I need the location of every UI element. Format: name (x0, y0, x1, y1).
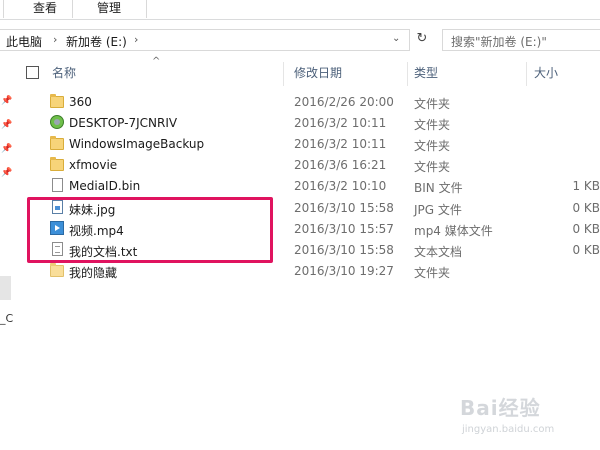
file-date: 2016/3/2 10:11 (294, 137, 387, 151)
file-name: MediaID.bin (69, 179, 141, 193)
select-all-checkbox[interactable] (26, 66, 39, 79)
column-divider[interactable] (407, 62, 408, 86)
nav-item-label[interactable]: _C (0, 312, 13, 325)
watermark-logo: Bai经验 (460, 396, 541, 420)
file-row[interactable]: 我的隐藏 2016/3/10 19:27 文件夹 (0, 261, 600, 282)
file-date: 2016/3/10 15:58 (294, 243, 394, 257)
breadcrumb-this-pc[interactable]: 此电脑 (6, 33, 42, 50)
file-type: 文件夹 (414, 266, 451, 280)
chevron-down-icon[interactable]: ⌄ (392, 33, 400, 44)
folder-icon (50, 157, 64, 171)
file-type: BIN 文件 (414, 181, 463, 195)
tab-manage[interactable]: 管理 (86, 0, 132, 18)
file-row[interactable]: WindowsImageBackup 2016/3/2 10:11 文件夹 (0, 134, 600, 155)
file-icon (52, 178, 63, 192)
file-name: DESKTOP-7JCNRIV (69, 116, 178, 130)
file-type: 文件夹 (414, 97, 451, 111)
address-bar[interactable]: 此电脑 › 新加卷 (E:) › ⌄ (0, 29, 410, 51)
watermark-url: jingyan.baidu.com (462, 424, 555, 435)
folder-icon (50, 136, 64, 150)
file-date: 2016/3/2 10:10 (294, 179, 387, 193)
folder-icon (50, 94, 64, 108)
column-divider[interactable] (526, 62, 527, 86)
file-row[interactable]: MediaID.bin 2016/3/2 10:10 BIN 文件 1 KB (0, 176, 600, 197)
column-header-date[interactable]: 修改日期 (294, 62, 342, 84)
file-type: 文件夹 (414, 118, 451, 132)
file-type: mp4 媒体文件 (414, 224, 493, 238)
file-name: 我的隐藏 (69, 266, 118, 280)
file-date: 2016/3/6 16:21 (294, 158, 387, 172)
column-header-size[interactable]: 大小 (534, 62, 558, 84)
file-type: 文件夹 (414, 160, 451, 174)
file-name: WindowsImageBackup (69, 137, 205, 151)
file-size: 1 KB (572, 179, 600, 193)
tab-view[interactable]: 查看 (22, 0, 68, 18)
refresh-icon[interactable]: ↻ (411, 29, 433, 51)
file-date: 2016/2/26 20:00 (294, 95, 394, 109)
breadcrumb-chevron-icon[interactable]: › (134, 33, 138, 46)
search-placeholder: 搜索"新加卷 (E:)" (451, 35, 547, 49)
column-header-name[interactable]: 名称 (52, 62, 76, 84)
column-headers: ^ 名称 修改日期 类型 大小 (16, 56, 600, 86)
file-name: xfmovie (69, 158, 118, 172)
file-size: 0 KB (572, 222, 600, 236)
file-date: 2016/3/10 15:58 (294, 201, 394, 215)
column-header-type[interactable]: 类型 (414, 62, 438, 84)
search-input[interactable]: 搜索"新加卷 (E:)" (442, 29, 600, 51)
folder-icon (50, 263, 64, 277)
watermark: Bai经验 jingyan.baidu.com (452, 388, 600, 450)
file-name: 360 (69, 95, 92, 109)
file-size: 0 KB (572, 201, 600, 215)
ribbon-divider (3, 0, 4, 18)
column-divider[interactable] (283, 62, 284, 86)
breadcrumb-drive-e[interactable]: 新加卷 (E:) (66, 33, 127, 50)
backup-folder-icon (50, 115, 64, 129)
file-date: 2016/3/2 10:11 (294, 116, 387, 130)
breadcrumb-chevron-icon[interactable]: › (53, 33, 57, 46)
ribbon-divider (146, 0, 147, 18)
file-type: JPG 文件 (414, 203, 462, 217)
ribbon-tabs: 查看 管理 (0, 0, 600, 20)
file-size: 0 KB (572, 243, 600, 257)
ribbon-divider (72, 0, 73, 18)
address-row: 此电脑 › 新加卷 (E:) › ⌄ ↻ 搜索"新加卷 (E:)" (0, 20, 600, 62)
sort-ascending-icon: ^ (152, 56, 161, 67)
file-type: 文本文档 (414, 245, 463, 259)
file-date: 2016/3/10 19:27 (294, 264, 394, 278)
file-type: 文件夹 (414, 139, 451, 153)
file-row[interactable]: xfmovie 2016/3/6 16:21 文件夹 (0, 155, 600, 176)
file-row[interactable]: DESKTOP-7JCNRIV 2016/3/2 10:11 文件夹 (0, 113, 600, 134)
file-row[interactable]: 360 2016/2/26 20:00 文件夹 (0, 92, 600, 113)
highlight-box (27, 197, 273, 263)
file-date: 2016/3/10 15:57 (294, 222, 394, 236)
